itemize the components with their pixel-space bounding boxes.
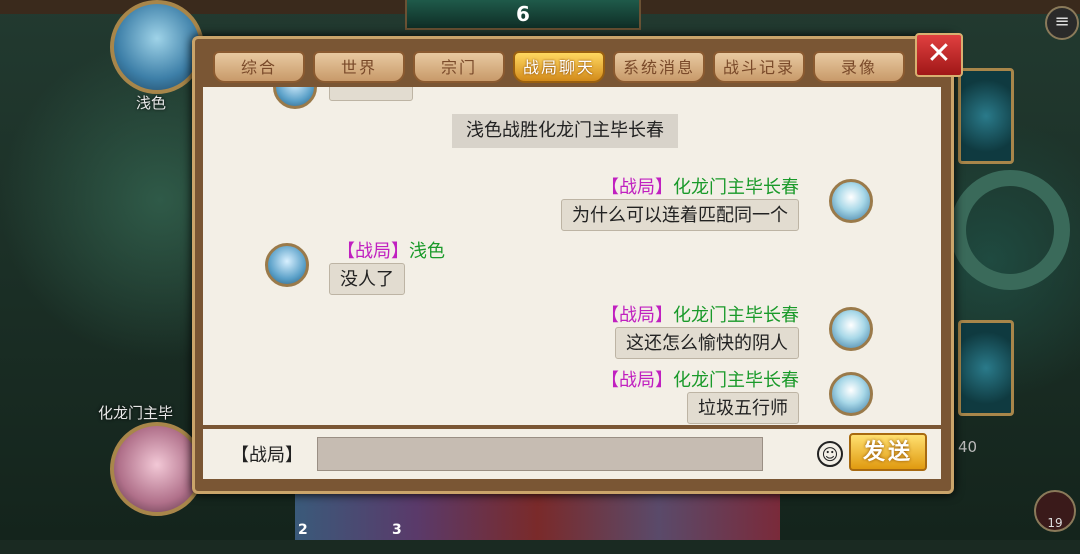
message-sender: 【战局】化龙门主毕长春 <box>601 370 799 391</box>
deck-ring <box>950 170 1070 290</box>
side-card-bottom[interactable] <box>958 320 1014 416</box>
hand-card-cost: 2 <box>298 522 308 538</box>
side-card-top[interactable] <box>958 68 1014 164</box>
chat-input[interactable] <box>317 437 763 471</box>
message-bubble: 垃圾五行师 <box>687 392 799 424</box>
message-bubble: 没人了 <box>329 263 405 295</box>
tab-system-messages[interactable]: 系统消息 <box>613 51 705 83</box>
opponent-name: 浅色 <box>136 94 167 112</box>
previous-avatar <box>273 87 317 109</box>
smiley-icon[interactable]: ☺ <box>817 441 843 467</box>
menu-icon[interactable]: ≡ <box>1045 6 1079 40</box>
sender-avatar[interactable] <box>265 243 309 287</box>
player-hand[interactable] <box>295 492 780 540</box>
message-sender: 【战局】化龙门主毕长春 <box>601 177 799 198</box>
channel-label: 【战局】 <box>231 445 303 466</box>
message-sender: 【战局】浅色 <box>337 241 445 262</box>
player-avatar[interactable] <box>110 422 204 516</box>
opponent-avatar[interactable] <box>110 0 204 94</box>
hand-card-cost: 3 <box>392 522 402 538</box>
player-name: 化龙门主毕 <box>98 404 174 422</box>
chat-input-row: 【战局】 ☺ 发送 <box>203 429 941 479</box>
tab-world[interactable]: 世界 <box>313 51 405 83</box>
send-button[interactable]: 发送 <box>849 433 927 471</box>
opponent-hand-count: 6 <box>516 2 530 26</box>
sender-avatar[interactable] <box>829 179 873 223</box>
tab-replay[interactable]: 录像 <box>813 51 905 83</box>
tab-battle-chat[interactable]: 战局聊天 <box>513 51 605 83</box>
sender-avatar[interactable] <box>829 372 873 416</box>
chat-dialog: 综合 世界 宗门 战局聊天 系统消息 战斗记录 录像 ✕ 浅色战胜化龙门主毕长春… <box>192 33 963 494</box>
graveyard-count[interactable]: 19 <box>1034 490 1076 532</box>
sender-avatar[interactable] <box>829 307 873 351</box>
system-message: 浅色战胜化龙门主毕长春 <box>452 114 678 148</box>
turn-timer: 40 <box>958 438 978 456</box>
close-icon[interactable]: ✕ <box>915 33 963 77</box>
chat-message-list[interactable]: 浅色战胜化龙门主毕长春 【战局】化龙门主毕长春 为什么可以连着匹配同一个 【战局… <box>203 87 941 425</box>
opponent-hand: 6 <box>405 0 641 30</box>
tab-battle-log[interactable]: 战斗记录 <box>713 51 805 83</box>
previous-message-bubble <box>329 87 413 101</box>
message-sender: 【战局】化龙门主毕长春 <box>601 305 799 326</box>
tab-general[interactable]: 综合 <box>213 51 305 83</box>
message-bubble: 这还怎么愉快的阴人 <box>615 327 799 359</box>
message-bubble: 为什么可以连着匹配同一个 <box>561 199 799 231</box>
tab-sect[interactable]: 宗门 <box>413 51 505 83</box>
